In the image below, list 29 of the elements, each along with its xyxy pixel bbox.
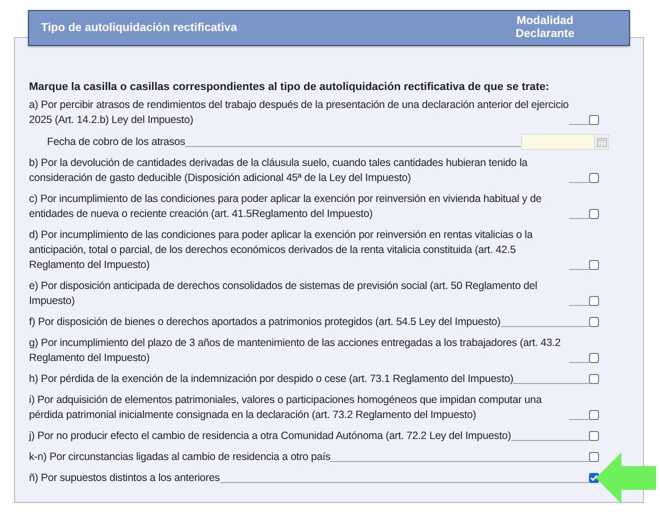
checkbox[interactable] xyxy=(589,473,599,483)
option-label: e) Por disposición anticipada de derechos consolidados de sistemas de previsión social (art. 50 Reglamento del Impuesto) xyxy=(29,279,538,309)
field-label: Fecha de cobro de los atrasos xyxy=(46,135,186,150)
pointer-arrow xyxy=(594,450,658,506)
checkbox[interactable] xyxy=(589,317,599,327)
option-label: c) Por incumplimiento de las condiciones para poder aplicar la exención por reinversión en vivienda habitual y de entidades de nueva o reciente creación (art. 41.5Reglamento del Impuesto) xyxy=(29,192,542,222)
checkbox[interactable] xyxy=(589,410,599,420)
instruction-text: Marque la casilla o casillas correspondientes al tipo de autoliquidación rectificativa de que se trate: xyxy=(29,80,550,95)
checkbox[interactable] xyxy=(589,173,599,183)
option-label: i) Por adquisición de elementos patrimoniales, valores o participaciones homogéneos que impidan computar una pérdida patrimonial inicialmente consignada en la declaración (art. 73.2 Reglamento del Impuesto) xyxy=(29,393,543,423)
checkbox[interactable] xyxy=(589,374,599,384)
option-label: d) Por incumplimiento de las condiciones para poder aplicar la exención por reinversión en rentas vitalicias o la anticipación, total o parcial, de los derechos económicos derivados de la renta vitalicia constituida (art. 42.5 Reglamento del Impuesto) xyxy=(29,228,534,273)
option-label: g) Por incumplimiento del plazo de 3 años de mantenimiento de las acciones entregadas a los trabajadores (art. 43.2 Reglamento del Impuesto) xyxy=(29,336,562,366)
checkbox[interactable] xyxy=(589,115,599,125)
section-title: Tipo de autoliquidación rectificativa xyxy=(41,22,237,34)
checkbox[interactable] xyxy=(589,431,599,441)
checkbox[interactable] xyxy=(589,209,599,219)
option-label: j) Por no producir efecto el cambio de residencia a otra Comunidad Autónoma (art. 72.2 Ley del Impuesto) xyxy=(29,429,511,444)
checkbox[interactable] xyxy=(589,296,599,306)
option-label: b) Por la devolución de cantidades derivadas de la cláusula suelo, cuando tales cantidades hubieran tenido la consideración de gasto deducible (Disposición adicional 45ª de la Ley del Impuesto) xyxy=(29,156,528,186)
checkbox[interactable] xyxy=(589,353,599,363)
option-label: ñ) Por supuestos distintos a los anteriores xyxy=(29,471,220,486)
column-label: Modalidad Declarante xyxy=(514,15,576,41)
option-label: a) Por percibir atrasos de rendimientos del trabajo después de la presentación de una declaración anterior del ejercicio 2025 (Art. 14.2.b) Ley del Impuesto) xyxy=(29,98,569,128)
checkbox[interactable] xyxy=(589,260,599,270)
option-label: f) Por disposición de bienes o derechos aportados a patrimonios protegidos (art. 54.5 Ley del Impuesto) xyxy=(29,315,501,330)
checkbox[interactable] xyxy=(589,452,599,462)
option-label: h) Por pérdida de la exención de la indemnización por despido o cese (art. 73.1 Reglamento del Impuesto) xyxy=(29,372,514,387)
option-label: k-n) Por circunstancias ligadas al cambio de residencia a otro país xyxy=(29,450,330,465)
